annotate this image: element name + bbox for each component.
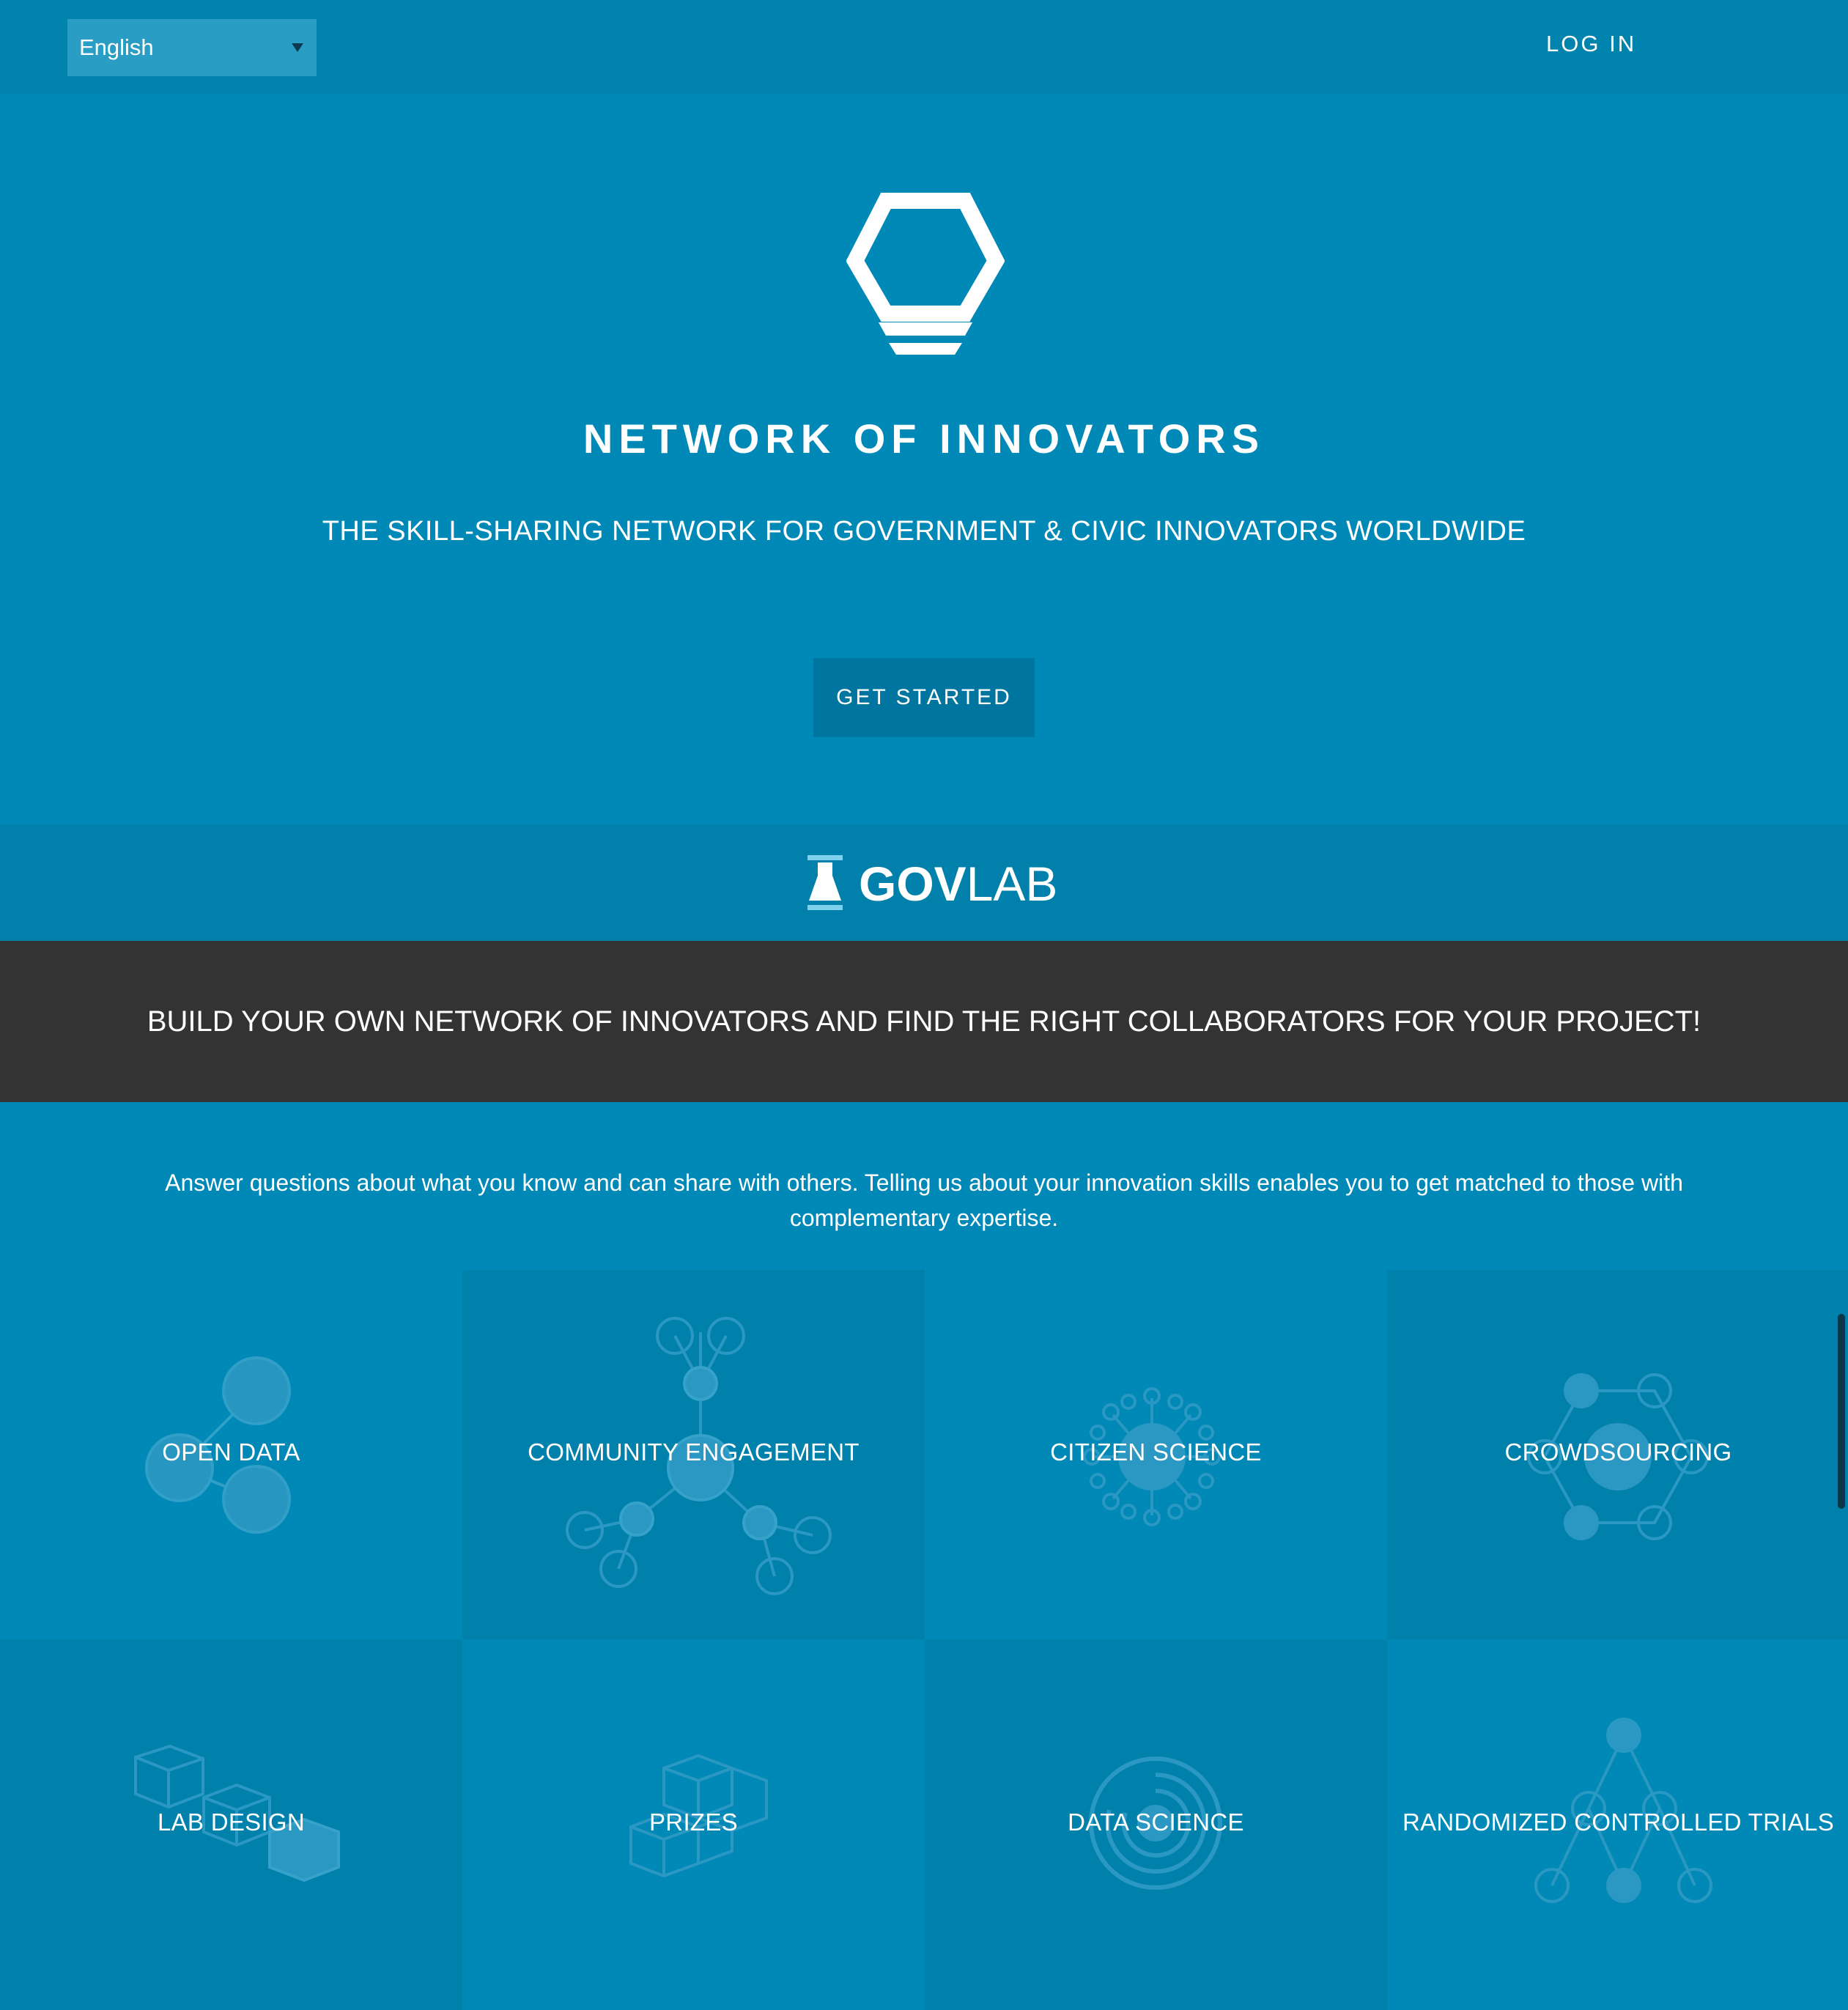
language-select-value: English bbox=[79, 34, 154, 60]
page-subtitle: THE SKILL-SHARING NETWORK FOR GOVERNMENT… bbox=[322, 516, 1526, 547]
language-select[interactable]: English bbox=[67, 19, 317, 76]
scrollbar-thumb[interactable] bbox=[1838, 1314, 1845, 1509]
govlab-logo-light: LAB bbox=[966, 857, 1058, 911]
topic-tile-randomized-controlled-trials[interactable]: RANDOMIZED CONTROLLED TRIALS bbox=[1387, 1640, 1848, 2010]
top-bar: English LOG IN bbox=[0, 0, 1848, 94]
govlab-logo[interactable]: GOVLAB bbox=[859, 852, 1057, 915]
topic-tile-data-science[interactable]: DATA SCIENCE bbox=[925, 1640, 1387, 2010]
topic-tile-prizes[interactable]: PRIZES bbox=[462, 1640, 925, 2010]
topic-tile-citizen-science[interactable]: CITIZEN SCIENCE bbox=[925, 1270, 1387, 1640]
topic-tile-crowdsourcing[interactable]: CROWDSOURCING bbox=[1387, 1270, 1848, 1640]
flask-icon bbox=[807, 855, 843, 910]
topic-label: COMMUNITY ENGAGEMENT bbox=[528, 1438, 860, 1466]
topic-tile-community-engagement[interactable]: COMMUNITY ENGAGEMENT bbox=[462, 1270, 925, 1640]
topic-label: RANDOMIZED CONTROLLED TRIALS bbox=[1402, 1808, 1835, 1836]
govlab-logo-bold: GOV bbox=[859, 857, 966, 911]
login-link[interactable]: LOG IN bbox=[1546, 31, 1636, 57]
topic-label: OPEN DATA bbox=[162, 1438, 300, 1466]
lightbulb-logo-icon bbox=[846, 193, 1005, 355]
topic-label: DATA SCIENCE bbox=[1068, 1808, 1244, 1836]
topic-tile-open-data[interactable]: OPEN DATA bbox=[0, 1270, 462, 1640]
get-started-button[interactable]: GET STARTED bbox=[813, 658, 1035, 737]
topic-label: LAB DESIGN bbox=[157, 1808, 306, 1836]
chevron-down-icon bbox=[292, 43, 303, 52]
intro-text: Answer questions about what you know and… bbox=[165, 1170, 1683, 1231]
topic-label: CROWDSOURCING bbox=[1504, 1438, 1732, 1466]
banner-text: BUILD YOUR OWN NETWORK OF INNOVATORS AND… bbox=[147, 1005, 1701, 1038]
topic-label: PRIZES bbox=[649, 1808, 738, 1836]
topic-label: CITIZEN SCIENCE bbox=[1050, 1438, 1262, 1466]
topic-tile-lab-design[interactable]: LAB DESIGN bbox=[0, 1640, 462, 2010]
page-title: NETWORK OF INNOVATORS bbox=[583, 415, 1265, 462]
